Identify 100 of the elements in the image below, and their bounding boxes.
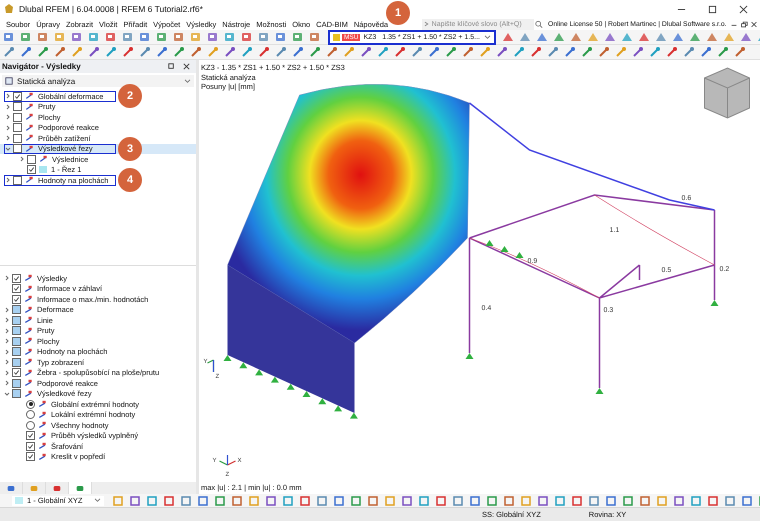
- tool-icon[interactable]: [707, 494, 720, 506]
- expand-icon[interactable]: [5, 93, 11, 100]
- tool-icon[interactable]: [299, 494, 312, 506]
- tool-icon[interactable]: [588, 494, 601, 506]
- checkbox[interactable]: [13, 123, 22, 132]
- tool-icon[interactable]: [435, 494, 448, 506]
- tool-icon[interactable]: [564, 46, 577, 58]
- radio-button[interactable]: [26, 420, 35, 430]
- tool-icon[interactable]: [639, 494, 652, 506]
- checkbox[interactable]: [13, 144, 22, 154]
- tool-icon[interactable]: [724, 494, 737, 506]
- tool-icon[interactable]: [105, 46, 118, 58]
- checkbox[interactable]: [12, 336, 21, 346]
- tool-icon[interactable]: [666, 46, 679, 58]
- radio-button[interactable]: [26, 400, 35, 409]
- tool-icon[interactable]: [741, 494, 754, 506]
- tool-icon[interactable]: [173, 31, 186, 43]
- tool-icon[interactable]: [275, 46, 288, 58]
- tool-icon[interactable]: [292, 46, 305, 58]
- checkbox[interactable]: [12, 347, 21, 356]
- tool-icon[interactable]: [129, 494, 142, 506]
- checkbox[interactable]: [12, 284, 21, 294]
- tool-icon[interactable]: [309, 31, 322, 43]
- expand-icon[interactable]: [4, 348, 10, 355]
- expand-icon[interactable]: [5, 135, 11, 142]
- tool-icon[interactable]: [3, 31, 16, 43]
- tool-icon[interactable]: [598, 46, 611, 58]
- expand-icon[interactable]: [4, 370, 10, 376]
- tool-icon[interactable]: [265, 494, 278, 506]
- expand-icon[interactable]: [5, 177, 11, 184]
- expand-icon[interactable]: [4, 275, 10, 282]
- tool-icon[interactable]: [275, 31, 288, 43]
- checkbox[interactable]: [12, 358, 21, 367]
- tool-icon[interactable]: [700, 46, 713, 58]
- expand-icon[interactable]: [4, 380, 10, 386]
- tool-icon[interactable]: [282, 494, 295, 506]
- expand-icon[interactable]: [4, 328, 10, 334]
- close-icon[interactable]: [750, 20, 758, 28]
- maximize-icon[interactable]: [708, 4, 717, 14]
- tool-icon[interactable]: [513, 46, 526, 58]
- checkbox[interactable]: [12, 378, 21, 388]
- tool-icon[interactable]: [224, 46, 237, 58]
- tool-icon[interactable]: [428, 46, 441, 58]
- tool-icon[interactable]: [241, 46, 254, 58]
- checkbox[interactable]: [13, 92, 22, 101]
- tool-icon[interactable]: [445, 46, 458, 58]
- checkbox[interactable]: [12, 326, 21, 336]
- tool-icon[interactable]: [163, 494, 176, 506]
- tool-icon[interactable]: [394, 46, 407, 58]
- tool-icon[interactable]: [530, 46, 543, 58]
- expand-icon[interactable]: [5, 114, 11, 120]
- tool-icon[interactable]: [367, 494, 380, 506]
- tool-icon[interactable]: [547, 46, 560, 58]
- tool-icon[interactable]: [554, 494, 567, 506]
- checkbox[interactable]: [26, 452, 35, 462]
- checkbox[interactable]: [13, 102, 22, 112]
- tool-icon[interactable]: [224, 31, 237, 43]
- tool-icon[interactable]: [231, 494, 244, 506]
- tool-icon[interactable]: [377, 46, 390, 58]
- expand-icon[interactable]: [4, 359, 10, 366]
- restore-icon[interactable]: [740, 20, 748, 28]
- tool-icon[interactable]: [418, 494, 431, 506]
- tool-icon[interactable]: [469, 494, 482, 506]
- close-icon[interactable]: [739, 4, 748, 14]
- radio-button[interactable]: [26, 410, 35, 420]
- tool-icon[interactable]: [632, 46, 645, 58]
- collapse-icon[interactable]: [5, 146, 11, 152]
- tool-icon[interactable]: [717, 46, 730, 58]
- checkbox[interactable]: [13, 134, 22, 143]
- checkbox[interactable]: [12, 305, 21, 314]
- expand-icon[interactable]: [4, 306, 10, 313]
- tool-icon[interactable]: [683, 46, 696, 58]
- expand-icon[interactable]: [5, 104, 11, 110]
- expand-icon[interactable]: [4, 317, 10, 324]
- expand-icon[interactable]: [4, 338, 10, 344]
- tool-icon[interactable]: [88, 46, 101, 58]
- collapse-icon[interactable]: [4, 390, 10, 397]
- tool-icon[interactable]: [139, 46, 152, 58]
- analysis-type-dropdown[interactable]: Statická analýza: [2, 75, 194, 87]
- checkbox[interactable]: [26, 431, 35, 440]
- tool-icon[interactable]: [486, 494, 499, 506]
- tool-icon[interactable]: [452, 494, 465, 506]
- tool-icon[interactable]: [88, 31, 101, 43]
- tool-icon[interactable]: [605, 494, 618, 506]
- checkbox[interactable]: [27, 165, 36, 174]
- tool-icon[interactable]: [156, 46, 169, 58]
- tool-icon[interactable]: [20, 31, 33, 43]
- tool-icon[interactable]: [333, 494, 346, 506]
- tool-icon[interactable]: [241, 31, 254, 43]
- tool-icon[interactable]: [309, 46, 322, 58]
- tool-icon[interactable]: [197, 494, 210, 506]
- expand-icon[interactable]: [19, 156, 25, 162]
- checkbox[interactable]: [12, 389, 21, 398]
- search-icon[interactable]: [535, 20, 544, 28]
- tool-icon[interactable]: [180, 494, 193, 506]
- tool-icon[interactable]: [360, 46, 373, 58]
- tool-icon[interactable]: [190, 46, 203, 58]
- tool-icon[interactable]: [734, 46, 747, 58]
- checkbox[interactable]: [13, 176, 22, 185]
- pin-icon[interactable]: [167, 62, 176, 71]
